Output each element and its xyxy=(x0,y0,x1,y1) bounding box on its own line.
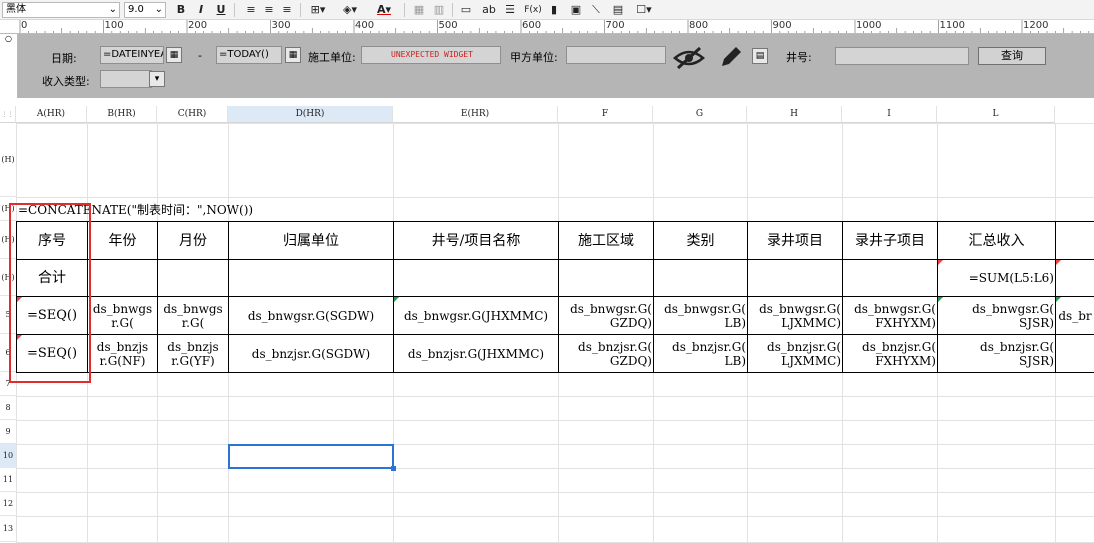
table-border xyxy=(228,221,229,372)
data-cell[interactable]: ds_bnwgsr.G(JHXMMC) xyxy=(395,297,557,334)
data-cell[interactable]: ds_bnwgsr.G( SJSR) xyxy=(939,297,1054,334)
data-cell[interactable]: ds_bnzjs r.G(NF) xyxy=(89,335,156,372)
data-cell[interactable]: ds_bnzjsr.G(SGDW) xyxy=(230,335,392,372)
spreadsheet-grid: (H) (H) (H) (H) 5 6 7 8 9 10 11 12 13 =CONCATENATE("制… xyxy=(0,0,1094,543)
data-cell[interactable]: ds_bnzjsr.G( FXHYXM) xyxy=(844,335,936,372)
grid-line-horizontal xyxy=(16,444,1094,445)
row-header[interactable]: 11 xyxy=(0,468,16,492)
header-cell[interactable]: 录井子项目 xyxy=(844,222,936,259)
header-cell[interactable]: 月份 xyxy=(159,222,227,259)
data-cell[interactable]: ds_bnzjsr.G( LJXMMC) xyxy=(749,335,841,372)
selected-cell[interactable] xyxy=(228,444,394,469)
fill-handle[interactable] xyxy=(391,466,396,471)
cell-marker-icon xyxy=(938,260,943,265)
data-cell[interactable]: ds_bnwgsr.G(SGDW) xyxy=(230,297,392,334)
table-border xyxy=(16,259,1094,260)
table-border xyxy=(157,221,158,372)
header-cell[interactable]: 类别 xyxy=(655,222,746,259)
grid-line-horizontal xyxy=(16,516,1094,517)
data-cell[interactable]: ds_bnwgsr.G( GZDQ) xyxy=(560,297,652,334)
data-cell[interactable]: ds_br xyxy=(1057,297,1093,334)
data-cell[interactable]: ds_bnwgs r.G( xyxy=(159,297,227,334)
cell-marker-icon xyxy=(938,297,943,302)
header-cell[interactable]: 施工区域 xyxy=(560,222,652,259)
grid-line-horizontal xyxy=(16,468,1094,469)
data-cell[interactable]: ds_bnzjs r.G(YF) xyxy=(159,335,227,372)
grid-line-horizontal xyxy=(16,420,1094,421)
data-cell[interactable]: ds_bnwgs r.G( xyxy=(89,297,156,334)
data-cell[interactable]: ds_bnzjsr.G( GZDQ) xyxy=(560,335,652,372)
sum-formula-cell[interactable]: =SUM(L5:L6) xyxy=(939,260,1054,296)
grid-line-horizontal xyxy=(16,492,1094,493)
header-cell[interactable]: 归属单位 xyxy=(230,222,392,259)
data-cell[interactable]: ds_bnzjsr.G( SJSR) xyxy=(939,335,1054,372)
data-cell[interactable]: ds_bnwgsr.G( LJXMMC) xyxy=(749,297,841,334)
highlight-rectangle xyxy=(9,203,91,383)
row-header[interactable]: 13 xyxy=(0,516,16,542)
row-header[interactable]: 10 xyxy=(0,444,16,468)
cell-marker-icon xyxy=(394,297,399,302)
header-cell[interactable]: 井号/项目名称 xyxy=(395,222,557,259)
cell-marker-icon xyxy=(1056,260,1061,265)
table-border xyxy=(558,221,559,372)
row-header[interactable]: (H) xyxy=(0,123,16,197)
table-border xyxy=(842,221,843,372)
header-cell[interactable]: 录井项目 xyxy=(749,222,841,259)
table-border xyxy=(747,221,748,372)
data-cell[interactable]: ds_bnwgsr.G( LB) xyxy=(655,297,746,334)
grid-line-horizontal xyxy=(16,396,1094,397)
row-header[interactable]: 9 xyxy=(0,420,16,444)
row-header[interactable]: 8 xyxy=(0,396,16,420)
grid-line-horizontal xyxy=(16,123,1094,124)
table-border xyxy=(653,221,654,372)
cell-marker-icon xyxy=(1056,297,1061,302)
data-cell[interactable]: ds_bnzjsr.G(JHXMMC) xyxy=(395,335,557,372)
header-cell[interactable]: 年份 xyxy=(89,222,156,259)
data-cell[interactable]: ds_bnzjsr.G( LB) xyxy=(655,335,746,372)
formula-cell[interactable]: =CONCATENATE("制表时间：",NOW()) xyxy=(18,198,557,221)
table-border xyxy=(16,372,1094,373)
row-header[interactable]: 12 xyxy=(0,492,16,516)
data-cell[interactable]: ds_bnwgsr.G( FXHYXM) xyxy=(844,297,936,334)
header-cell[interactable]: 汇总收入 xyxy=(939,222,1054,259)
